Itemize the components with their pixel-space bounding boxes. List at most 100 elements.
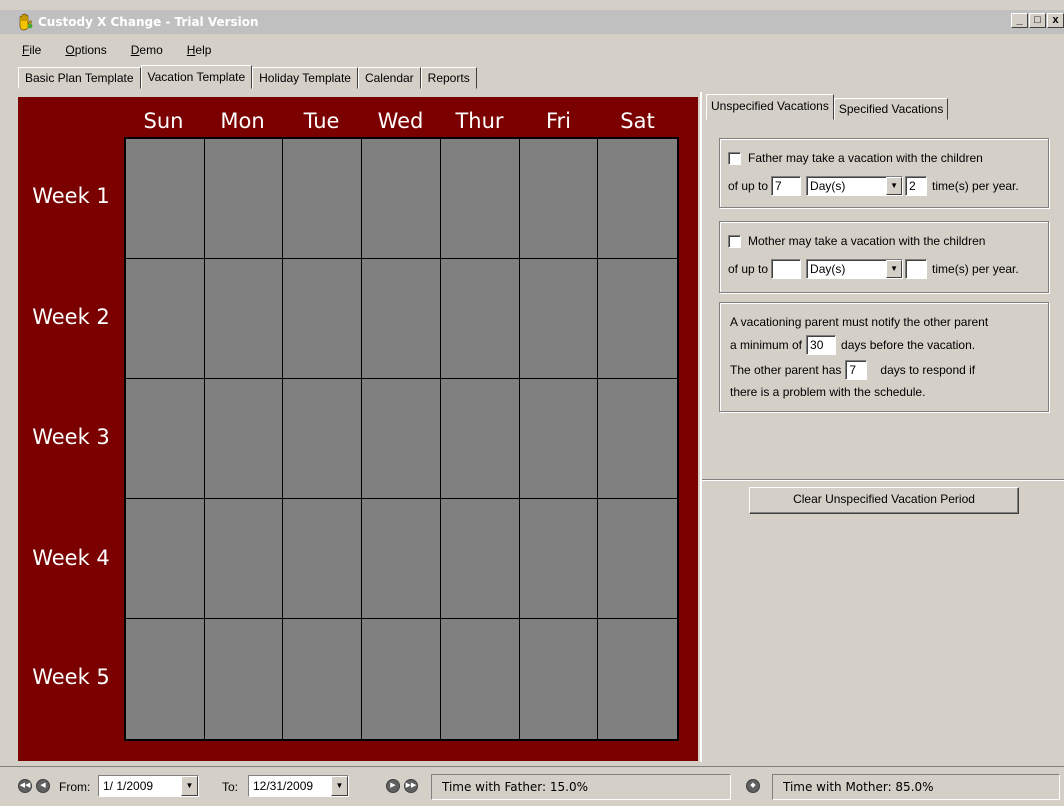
to-date-input[interactable]: 12/31/2009 ▼: [248, 775, 349, 797]
mother-time-readout: Time with Mother: 85.0%: [772, 774, 1060, 800]
week-label-3: Week 3: [32, 425, 110, 449]
father-time-readout: Time with Father: 15.0%: [431, 774, 731, 800]
day-header-thur: Thur: [455, 109, 504, 133]
calendar-cell[interactable]: [598, 499, 677, 619]
respond-days-suffix: days to respond if: [880, 363, 976, 377]
notify-min-label: a minimum of: [730, 338, 803, 352]
menu-options-mnemonic: O: [65, 43, 75, 57]
calendar-cell[interactable]: [598, 139, 677, 259]
notify-days-input[interactable]: 30: [806, 335, 837, 355]
vacation-options-panel: Unspecified Vacations Specified Vacation…: [700, 92, 1064, 762]
calendar-cell[interactable]: [440, 379, 520, 499]
calendar-cell[interactable]: [519, 499, 599, 619]
next-page-icon[interactable]: ▶: [386, 779, 400, 793]
day-header-sat: Sat: [620, 109, 655, 133]
calendar-cell[interactable]: [204, 379, 284, 499]
tab-vacation-template[interactable]: Vacation Template: [140, 65, 253, 89]
mother-vacation-label: Mother may take a vacation with the chil…: [748, 234, 986, 248]
calendar-cell[interactable]: [204, 499, 284, 619]
calendar-cell[interactable]: [440, 259, 520, 379]
calendar-cell[interactable]: [440, 139, 520, 259]
calendar-cell[interactable]: [126, 379, 205, 499]
chevron-down-icon[interactable]: ▼: [331, 776, 348, 796]
calendar-cell[interactable]: [283, 499, 363, 619]
menu-file-rest: ile: [29, 43, 42, 57]
maximize-button[interactable]: □: [1029, 13, 1046, 28]
tab-unspecified-vacations[interactable]: Unspecified Vacations: [706, 94, 834, 120]
chevron-down-icon[interactable]: ▼: [886, 177, 903, 195]
calendar-cell[interactable]: [519, 259, 599, 379]
calendar-cell[interactable]: [519, 619, 599, 739]
first-page-icon[interactable]: ◀◀: [18, 779, 32, 793]
respond-label: The other parent has: [730, 363, 842, 377]
calendar-cell[interactable]: [362, 139, 441, 259]
mother-unit-value: Day(s): [810, 262, 846, 276]
vacation-calendar-panel: Sun Mon Tue Wed Thur Fri Sat Week 1 Week…: [18, 97, 698, 761]
calendar-cell[interactable]: [126, 259, 205, 379]
calendar-cell[interactable]: [283, 379, 363, 499]
tab-calendar[interactable]: Calendar: [357, 67, 421, 89]
father-times-suffix: time(s) per year.: [932, 179, 1019, 193]
chevron-down-icon[interactable]: ▼: [181, 776, 198, 796]
mother-vacation-checkbox[interactable]: [728, 234, 741, 248]
calendar-cell[interactable]: [440, 619, 520, 739]
from-label: From:: [59, 780, 91, 794]
father-vacation-checkbox[interactable]: [728, 151, 741, 165]
week-label-1: Week 1: [32, 184, 110, 208]
calendar-cell[interactable]: [126, 139, 205, 259]
calendar-cell[interactable]: [204, 139, 284, 259]
mother-amount-input[interactable]: [771, 259, 802, 279]
menu-help-rest: elp: [195, 43, 212, 57]
calendar-cell[interactable]: [598, 619, 677, 739]
swap-parent-icon[interactable]: ◆: [746, 779, 760, 793]
calendar-cell[interactable]: [283, 139, 363, 259]
divider: [702, 479, 1064, 481]
day-header-sun: Sun: [143, 109, 184, 133]
mother-unit-select[interactable]: Day(s) ▼: [806, 259, 904, 279]
calendar-grid: [124, 137, 679, 741]
calendar-cell[interactable]: [283, 259, 363, 379]
clear-unspecified-vacation-button[interactable]: Clear Unspecified Vacation Period: [749, 487, 1019, 514]
calendar-cell[interactable]: [362, 499, 441, 619]
calendar-cell[interactable]: [362, 259, 441, 379]
mother-times-input[interactable]: [905, 259, 928, 279]
day-header-wed: Wed: [377, 109, 424, 133]
notification-group: A vacationing parent must notify the oth…: [719, 302, 1049, 412]
tab-holiday-template[interactable]: Holiday Template: [252, 67, 358, 89]
menu-demo[interactable]: Demo: [131, 43, 163, 57]
calendar-cell[interactable]: [362, 379, 441, 499]
calendar-cell[interactable]: [362, 619, 441, 739]
father-unit-select[interactable]: Day(s) ▼: [806, 176, 904, 196]
calendar-cell[interactable]: [519, 139, 599, 259]
calendar-cell[interactable]: [204, 619, 284, 739]
chevron-down-icon[interactable]: ▼: [886, 260, 903, 278]
calendar-cell[interactable]: [519, 379, 599, 499]
respond-days-input[interactable]: 7: [845, 360, 868, 380]
menu-file[interactable]: File: [22, 43, 41, 57]
notify-line-4: there is a problem with the schedule.: [730, 385, 926, 399]
calendar-cell[interactable]: [598, 259, 677, 379]
close-button[interactable]: x: [1047, 13, 1064, 28]
calendar-cell[interactable]: [126, 619, 205, 739]
window-title: Custody X Change - Trial Version: [38, 15, 259, 29]
menu-options[interactable]: Options: [65, 43, 106, 57]
father-times-input[interactable]: 2: [905, 176, 928, 196]
calendar-cell[interactable]: [204, 259, 284, 379]
tab-reports[interactable]: Reports: [420, 67, 477, 89]
previous-page-icon[interactable]: ◀: [36, 779, 50, 793]
last-page-icon[interactable]: ▶▶: [404, 779, 418, 793]
tab-basic-plan-template[interactable]: Basic Plan Template: [18, 67, 141, 89]
calendar-cell[interactable]: [283, 619, 363, 739]
calendar-cell[interactable]: [440, 499, 520, 619]
week-label-2: Week 2: [32, 305, 110, 329]
from-date-input[interactable]: 1/ 1/2009 ▼: [98, 775, 199, 797]
menu-help[interactable]: Help: [187, 43, 212, 57]
father-amount-input[interactable]: 7: [771, 176, 802, 196]
day-header-tue: Tue: [303, 109, 340, 133]
calendar-cell[interactable]: [598, 379, 677, 499]
tab-specified-vacations[interactable]: Specified Vacations: [833, 98, 949, 120]
main-tabs: Basic Plan Template Vacation Template Ho…: [18, 65, 477, 89]
week-label-5: Week 5: [32, 665, 110, 689]
minimize-button[interactable]: _: [1011, 13, 1028, 28]
calendar-cell[interactable]: [126, 499, 205, 619]
